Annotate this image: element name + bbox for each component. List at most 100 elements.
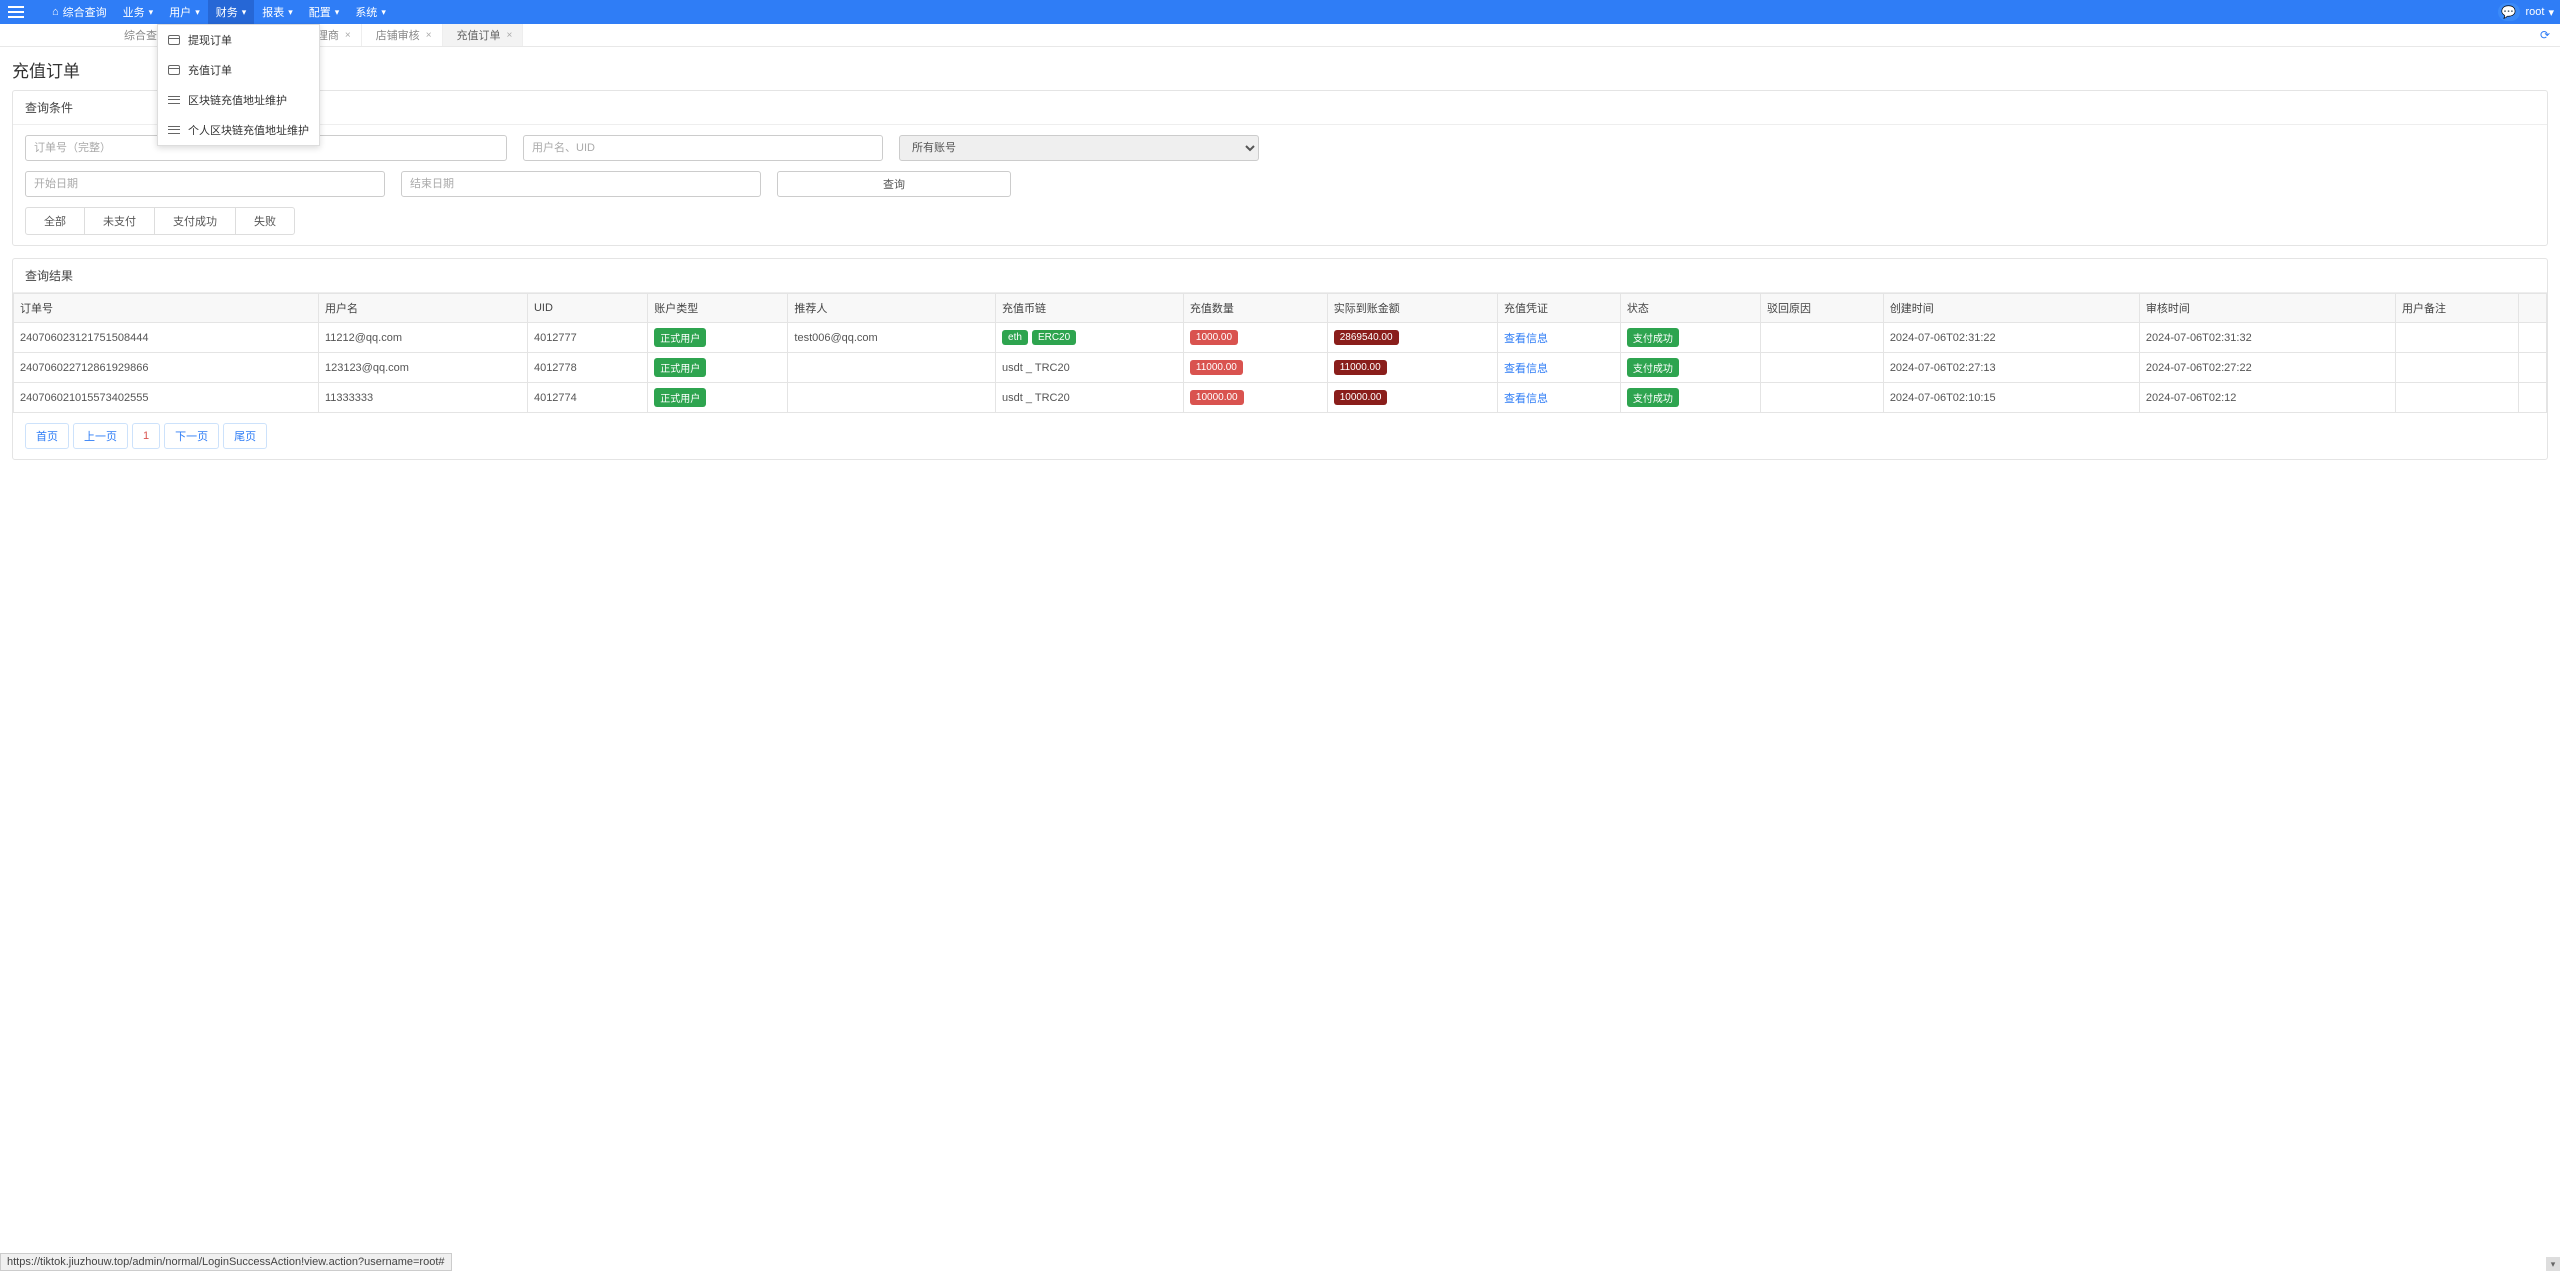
cell-referrer (788, 383, 996, 413)
dropdown-区块链充值地址维护[interactable]: 区块链充值地址维护 (158, 85, 319, 115)
cell-created: 2024-07-06T02:10:15 (1883, 383, 2139, 413)
search-panel: 查询条件 所有账号 查询 全部 未支付 支付成功 失败 (12, 90, 2548, 246)
results-panel: 查询结果 订单号 用户名 UID 账户类型 推荐人 充值币链 充值数量 实际到账… (12, 258, 2548, 460)
start-date-input[interactable] (25, 171, 385, 197)
dropdown-提现订单[interactable]: 提现订单 (158, 25, 319, 55)
chat-icon[interactable]: 💬 (2498, 3, 2520, 21)
cell-username: 123123@qq.com (318, 353, 527, 383)
page-last[interactable]: 尾页 (223, 423, 267, 449)
filter-all[interactable]: 全部 (26, 208, 85, 234)
nav-系统[interactable]: 系统▾ (347, 0, 394, 24)
table-row: 240706023121751508444 11212@qq.com 40127… (14, 323, 2547, 353)
cell-audited: 2024-07-06T02:31:32 (2139, 323, 2395, 353)
th-actual: 实际到账金额 (1327, 294, 1497, 323)
cell-remark (2396, 383, 2519, 413)
cell-amount: 11000.00 (1183, 353, 1327, 383)
th-referrer: 推荐人 (788, 294, 996, 323)
th-order-no: 订单号 (14, 294, 319, 323)
refresh-icon: ⟳ (2540, 28, 2550, 42)
user-input[interactable] (523, 135, 883, 161)
page-number[interactable]: 1 (132, 423, 160, 449)
actual-badge: 2869540.00 (1334, 330, 1399, 345)
page-next[interactable]: 下一页 (164, 423, 219, 449)
nav-服表[interactable]: 报表▾ (254, 0, 301, 24)
status-badge: 支付成功 (1627, 388, 1679, 407)
user-menu[interactable]: root▾ (2526, 6, 2555, 19)
cell-uid: 4012774 (527, 383, 647, 413)
caret-down-icon: ▾ (149, 7, 154, 18)
cell-voucher: 查看信息 (1497, 323, 1620, 353)
th-chain: 充值币链 (996, 294, 1184, 323)
caret-down-icon: ▾ (242, 7, 247, 18)
nav-综合查询[interactable]: ⌂综合查询 (44, 0, 115, 24)
caret-down-icon: ▾ (381, 7, 386, 18)
cell-amount: 10000.00 (1183, 383, 1327, 413)
th-audited: 审核时间 (2139, 294, 2395, 323)
close-icon[interactable]: × (507, 30, 513, 41)
cell-order-no: 240706021015573402555 (14, 383, 319, 413)
voucher-link[interactable]: 查看信息 (1504, 393, 1548, 405)
voucher-link[interactable]: 查看信息 (1504, 333, 1548, 345)
finance-dropdown: 提现订单 充值订单 区块链充值地址维护 个人区块链充值地址维护 (157, 24, 320, 146)
hamburger-icon[interactable] (6, 0, 30, 24)
page-first[interactable]: 首页 (25, 423, 69, 449)
table-row: 240706021015573402555 11333333 4012774 正… (14, 383, 2547, 413)
cell-amount: 1000.00 (1183, 323, 1327, 353)
cell-voucher: 查看信息 (1497, 383, 1620, 413)
chain-badge-erc: ERC20 (1032, 330, 1076, 345)
cell-empty (2518, 323, 2546, 353)
page-prev[interactable]: 上一页 (73, 423, 128, 449)
account-select[interactable]: 所有账号 (899, 135, 1259, 161)
amount-badge: 1000.00 (1190, 330, 1238, 345)
cell-created: 2024-07-06T02:31:22 (1883, 323, 2139, 353)
page-title: 充值订单 (12, 57, 2548, 82)
tab-店铺审核[interactable]: 店铺审核× (362, 24, 443, 46)
account-type-badge: 正式用户 (654, 388, 706, 407)
close-icon[interactable]: × (426, 30, 432, 41)
pagination: 首页 上一页 1 下一页 尾页 (13, 413, 2547, 459)
home-icon: ⌂ (52, 6, 59, 18)
cell-empty (2518, 353, 2546, 383)
dropdown-个人区块链充值地址维护[interactable]: 个人区块链充值地址维护 (158, 115, 319, 145)
caret-down-icon: ▾ (2548, 6, 2554, 19)
filter-unpaid[interactable]: 未支付 (85, 208, 155, 234)
cell-referrer: test006@qq.com (788, 323, 996, 353)
nav-财务[interactable]: 财务▾ (208, 0, 255, 24)
cell-chain: ethERC20 (996, 323, 1184, 353)
status-bar: https://tiktok.jiuzhouw.top/admin/normal… (0, 1253, 452, 1271)
tab-refresh[interactable]: ⟳ (2530, 24, 2560, 46)
cell-order-no: 240706022712861929866 (14, 353, 319, 383)
tabs-bar: 综合查询 × 代理商× 店铺审核× 充值订单× ⟳ (0, 24, 2560, 47)
nav-用户[interactable]: 用户▾ (161, 0, 208, 24)
dropdown-充值订单[interactable]: 充值订单 (158, 55, 319, 85)
search-button[interactable]: 查询 (777, 171, 1011, 197)
cell-remark (2396, 323, 2519, 353)
th-account-type: 账户类型 (648, 294, 788, 323)
cell-actual: 11000.00 (1327, 353, 1497, 383)
cell-empty (2518, 383, 2546, 413)
cell-uid: 4012777 (527, 323, 647, 353)
nav-业务[interactable]: 业务▾ (115, 0, 162, 24)
close-icon[interactable]: × (345, 30, 351, 41)
card-icon (168, 35, 180, 45)
end-date-input[interactable] (401, 171, 761, 197)
cell-account-type: 正式用户 (648, 353, 788, 383)
amount-badge: 11000.00 (1190, 360, 1243, 375)
voucher-link[interactable]: 查看信息 (1504, 363, 1548, 375)
list-icon (168, 95, 180, 105)
cell-actual: 2869540.00 (1327, 323, 1497, 353)
filter-paid[interactable]: 支付成功 (155, 208, 236, 234)
cell-account-type: 正式用户 (648, 323, 788, 353)
results-table: 订单号 用户名 UID 账户类型 推荐人 充值币链 充值数量 实际到账金额 充值… (13, 293, 2547, 413)
nav-配置[interactable]: 配置▾ (301, 0, 348, 24)
actual-badge: 11000.00 (1334, 360, 1387, 375)
main-content: 充值订单 查询条件 所有账号 查询 全部 未支付 支付成功 失败 (0, 47, 2560, 482)
cell-created: 2024-07-06T02:27:13 (1883, 353, 2139, 383)
scroll-down-icon[interactable]: ▾ (2546, 1257, 2560, 1271)
filter-failed[interactable]: 失败 (236, 208, 294, 234)
cell-audited: 2024-07-06T02:27:22 (2139, 353, 2395, 383)
th-username: 用户名 (318, 294, 527, 323)
cell-actual: 10000.00 (1327, 383, 1497, 413)
tab-充值订单[interactable]: 充值订单× (443, 24, 524, 46)
nav-menu: ⌂综合查询 业务▾ 用户▾ 财务▾ 报表▾ 配置▾ 系统▾ (44, 0, 394, 24)
